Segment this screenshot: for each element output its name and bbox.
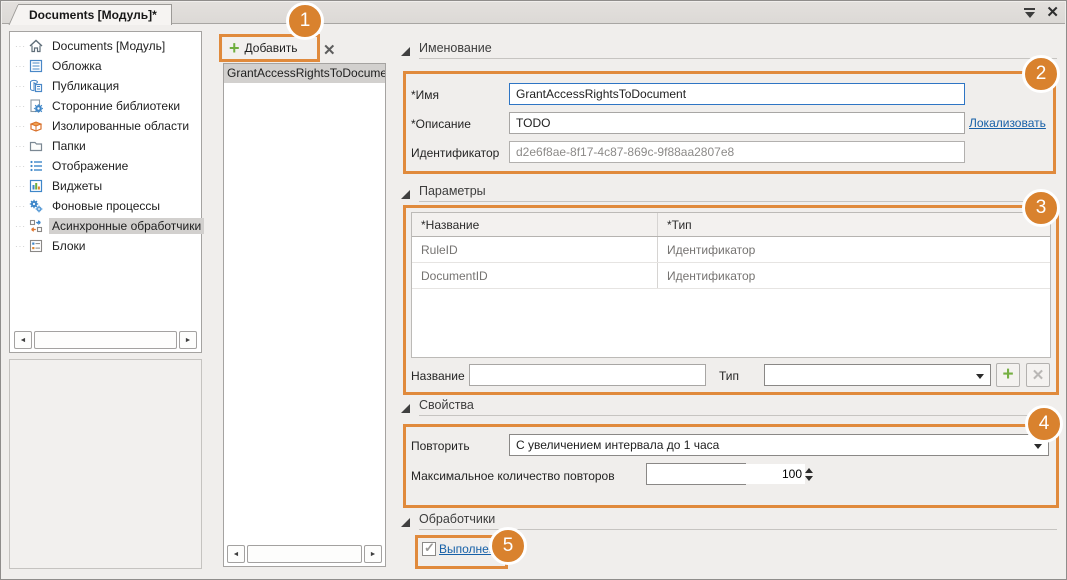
tree-item-cover[interactable]: ··· Обложка <box>10 56 201 76</box>
display-icon <box>28 158 44 174</box>
tree-item-isolated-areas[interactable]: ··· Изолированные области <box>10 116 201 136</box>
param-name-input[interactable] <box>469 364 706 386</box>
section-header-naming[interactable]: Именование <box>401 43 1057 59</box>
tree-item-third-party-libraries[interactable]: ··· Сторонние библиотеки <box>10 96 201 116</box>
column-header-type[interactable]: *Тип <box>658 213 1050 236</box>
chevron-down-icon <box>1034 444 1042 449</box>
scroll-thumb[interactable] <box>34 331 177 349</box>
section-title: Свойства <box>419 398 474 412</box>
tab-strip: Documents [Модуль]* ✕ <box>2 2 1065 24</box>
remove-parameter-button[interactable]: ✕ <box>1026 363 1050 387</box>
publication-icon <box>28 78 44 94</box>
param-name-label: Название <box>411 369 465 383</box>
tree-item-blocks[interactable]: ··· Блоки <box>10 236 201 256</box>
section-title: Именование <box>419 41 492 55</box>
tree-item-display[interactable]: ··· Отображение <box>10 156 201 176</box>
table-row[interactable]: DocumentID Идентификатор <box>412 263 1050 289</box>
delete-handler-icon[interactable]: ✕ <box>323 41 336 59</box>
max-repeats-input[interactable] <box>647 464 805 484</box>
folders-icon <box>28 138 44 154</box>
isolated-areas-icon <box>28 118 44 134</box>
home-icon <box>28 38 44 54</box>
table-row[interactable]: RuleID Идентификатор <box>412 237 1050 263</box>
handler-list-item[interactable]: GrantAccessRightsToDocument <box>224 64 385 83</box>
handler-list-horizontal-scrollbar: ◄ ► <box>227 545 382 563</box>
collapse-triangle-icon <box>401 190 410 199</box>
scroll-right-arrow[interactable]: ► <box>179 331 197 349</box>
section-header-parameters[interactable]: Параметры <box>401 186 1057 202</box>
tree-item-publication[interactable]: ··· Публикация <box>10 76 201 96</box>
section-header-properties[interactable]: Свойства <box>401 400 1057 416</box>
callout-badge-5: 5 <box>489 527 527 565</box>
description-input[interactable] <box>509 112 965 134</box>
id-field-label: Идентификатор <box>411 146 499 160</box>
repeat-label: Повторить <box>411 439 470 453</box>
tree-item-documents-module[interactable]: ··· Documents [Модуль] <box>10 36 201 56</box>
plus-icon: + <box>229 40 240 56</box>
close-icon[interactable]: ✕ <box>1046 6 1059 19</box>
tree-detail-empty-panel <box>9 359 202 569</box>
callout-badge-4: 4 <box>1025 405 1063 443</box>
add-button-label: Добавить <box>245 41 298 55</box>
localize-link[interactable]: Локализовать <box>969 116 1046 130</box>
param-type-label: Тип <box>719 369 739 383</box>
callout-badge-3: 3 <box>1022 189 1060 227</box>
module-nav-tree: ··· Documents [Модуль] ··· Обложка ··· П… <box>9 31 202 353</box>
parameters-table: *Название *Тип RuleID Идентификатор Docu… <box>411 212 1051 358</box>
scroll-left-arrow[interactable]: ◄ <box>227 545 245 563</box>
section-title: Параметры <box>419 184 486 198</box>
parameters-table-header: *Название *Тип <box>412 213 1050 237</box>
tree-item-async-handlers[interactable]: ··· Асинхронные обработчики <box>10 216 201 236</box>
widgets-icon <box>28 178 44 194</box>
column-header-name[interactable]: *Название <box>412 213 658 236</box>
tree-item-folders[interactable]: ··· Папки <box>10 136 201 156</box>
add-parameter-button[interactable]: + <box>996 363 1020 387</box>
tab-title: Documents [Модуль]* <box>29 8 157 22</box>
checkmark-icon: ✓ <box>424 540 435 556</box>
scroll-right-arrow[interactable]: ► <box>364 545 382 563</box>
scroll-thumb[interactable] <box>247 545 362 563</box>
section-title: Обработчики <box>419 512 495 526</box>
collapse-triangle-icon <box>401 47 410 56</box>
name-field-label: *Имя <box>411 88 439 102</box>
collapse-triangle-icon <box>401 404 410 413</box>
chevron-down-icon <box>976 374 984 379</box>
async-handlers-icon <box>28 218 44 234</box>
param-type-dropdown[interactable] <box>764 364 991 386</box>
add-handler-button[interactable]: + Добавить <box>223 37 317 59</box>
name-input[interactable] <box>509 83 965 105</box>
max-repeats-stepper[interactable] <box>646 463 746 485</box>
scroll-left-arrow[interactable]: ◄ <box>14 331 32 349</box>
spin-up-icon[interactable] <box>805 468 813 473</box>
tab-documents-module[interactable]: Documents [Модуль]* <box>18 4 172 25</box>
module-editor-window: Documents [Модуль]* ✕ ··· Documents [Мод… <box>0 0 1067 580</box>
tree-item-widgets[interactable]: ··· Виджеты <box>10 176 201 196</box>
tree-item-background-processes[interactable]: ··· Фоновые процессы <box>10 196 201 216</box>
window-menu-icon[interactable] <box>1023 6 1036 19</box>
cover-icon <box>28 58 44 74</box>
callout-badge-2: 2 <box>1022 55 1060 93</box>
callout-badge-1: 1 <box>286 2 324 40</box>
description-field-label: *Описание <box>411 117 471 131</box>
blocks-icon <box>28 238 44 254</box>
libraries-icon <box>28 98 44 114</box>
identifier-input <box>509 141 965 163</box>
execution-checkbox[interactable]: ✓ <box>422 542 436 556</box>
spinner-arrows[interactable] <box>805 464 813 484</box>
window-controls: ✕ <box>1023 6 1059 19</box>
max-repeats-label: Максимальное количество повторов <box>411 469 615 483</box>
background-processes-icon <box>28 198 44 214</box>
handler-list: GrantAccessRightsToDocument ◄ ► <box>223 63 386 567</box>
repeat-dropdown[interactable]: С увеличением интервала до 1 часа <box>509 434 1049 456</box>
spin-down-icon[interactable] <box>805 476 813 481</box>
collapse-triangle-icon <box>401 518 410 527</box>
tree-horizontal-scrollbar: ◄ ► <box>14 331 197 349</box>
